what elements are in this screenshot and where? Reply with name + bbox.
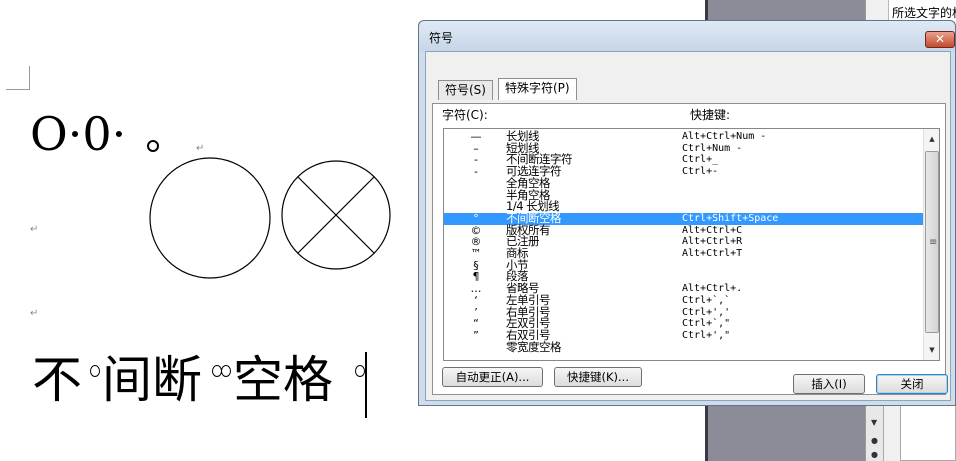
nbsp-marker (90, 365, 100, 377)
tab-symbols[interactable]: 符号(S) (438, 80, 493, 100)
shortcut-column-label: 快捷键: (690, 108, 731, 122)
close-button[interactable]: 关闭 (876, 374, 948, 394)
circle-shapes[interactable] (0, 0, 420, 300)
list-scrollbar[interactable]: ▲ ≡ ▼ (923, 129, 939, 360)
bottom-text-part: 间断 (102, 351, 202, 409)
list-item-shortcut: Alt+Ctrl+R (682, 236, 743, 248)
list-item-shortcut: Ctrl+`,` (682, 294, 731, 306)
list-item-shortcut: Ctrl+',' (682, 306, 731, 318)
scroll-down-icon[interactable]: ▼ (871, 418, 877, 427)
dialog-titlebar[interactable]: 符号 ✕ (419, 21, 955, 51)
scroll-down-icon[interactable]: ▼ (924, 342, 939, 358)
list-item-shortcut: Alt+Ctrl+. (682, 283, 743, 295)
dialog-title: 符号 (429, 31, 454, 45)
dialog-client: 符号(S) 特殊字符(P) 字符(C): 快捷键: — 长划线 Alt+Ctrl+N… (425, 51, 951, 401)
insert-button[interactable]: 插入(I) (793, 374, 865, 394)
nbsp-marker (221, 365, 231, 377)
list-item-symbol: ™ (470, 247, 482, 260)
list-item-shortcut: Ctrl+_ (682, 154, 719, 166)
list-item-shortcut: Alt+Ctrl+C (682, 224, 743, 236)
close-icon[interactable]: ✕ (925, 31, 955, 48)
scroll-thumb[interactable]: ≡ (925, 151, 939, 333)
text-cursor (365, 352, 367, 418)
scroll-up-icon[interactable]: ▲ (924, 131, 939, 147)
char-column-label: 字符(C): (442, 108, 488, 122)
nbsp-marker (355, 365, 365, 377)
list-item-shortcut: Ctrl+Shift+Space (682, 212, 779, 224)
paragraph-mark: ↵ (30, 308, 39, 319)
paragraph-mark: ↵ (30, 224, 39, 235)
autocorrect-button[interactable]: 自动更正(A)... (442, 367, 543, 387)
list-item-shortcut: Ctrl+`," (682, 318, 731, 330)
list-item-symbol: — (470, 130, 482, 143)
list-item-symbol: ° (473, 211, 479, 225)
list-item-symbol: ” (473, 328, 479, 342)
scroll-dot-icon[interactable]: ● (871, 450, 878, 459)
list-item-symbol: ‘ (474, 293, 478, 307)
grip-icon: ≡ (929, 237, 938, 248)
shortcut-key-button[interactable]: 快捷键(K)... (554, 367, 642, 387)
list-item-shortcut: Ctrl+Num - (682, 142, 743, 154)
list-item-shortcut: Ctrl+'," (682, 329, 731, 341)
bottom-text-part: 空格 (233, 351, 333, 409)
list-item-shortcut: Alt+Ctrl+Num - (682, 131, 767, 142)
list-item-symbol: - (474, 165, 478, 179)
document-canvas[interactable]: O·0· ↵ ↵ ↵ 不 间断 空格 (0, 0, 420, 461)
list-item-name: 零宽度空格 (506, 339, 562, 354)
task-pane-text: 所选文字的格 (892, 6, 956, 20)
bottom-text-part: 不 (32, 351, 82, 409)
tab-special-characters[interactable]: 特殊字符(P) (498, 78, 577, 100)
list-item-shortcut: Alt+Ctrl+T (682, 248, 743, 259)
special-character-list[interactable]: — 长划线 Alt+Ctrl+Num - – 短划线 Ctrl+Num - ‑ 不间断连字符 C… (443, 128, 940, 361)
symbol-dialog: 符号 ✕ 符号(S) 特殊字符(P) 字符(C): 快捷键: — 长划线 Alt+C… (418, 20, 956, 406)
scroll-dot-icon[interactable]: ● (871, 436, 878, 445)
list-item[interactable]: 零宽度空格 (444, 339, 923, 354)
list-item-shortcut: Ctrl+- (682, 166, 719, 178)
plain-circle-shape (149, 157, 271, 279)
task-pane-scrollbar[interactable]: ▼ ● ● (866, 400, 884, 461)
